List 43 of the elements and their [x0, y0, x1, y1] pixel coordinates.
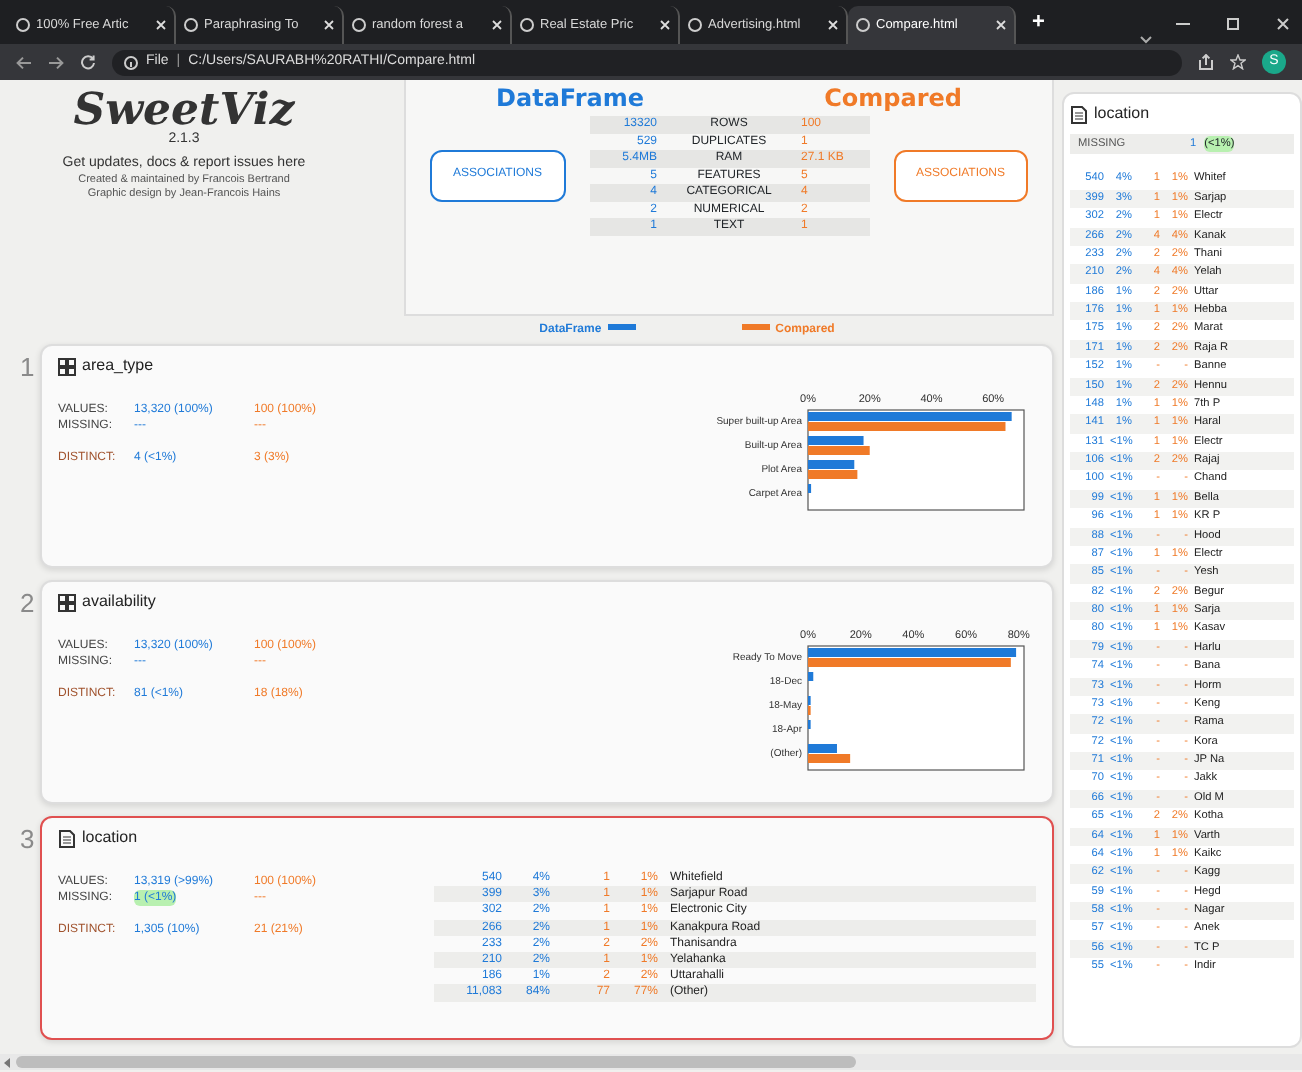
- info-icon: [124, 55, 138, 69]
- page-icon: [856, 18, 870, 32]
- chevron-icon[interactable]: [1140, 36, 1152, 44]
- maximize-icon[interactable]: [1226, 18, 1240, 30]
- detail-title: location: [1094, 102, 1150, 126]
- close-icon[interactable]: [492, 20, 502, 30]
- new-tab-button[interactable]: +: [1032, 5, 1045, 38]
- feature-name: availability: [82, 590, 156, 614]
- minimize-icon[interactable]: [1176, 18, 1190, 30]
- document-icon: [58, 829, 76, 847]
- grid-icon: [58, 593, 76, 611]
- page-icon: [184, 18, 198, 32]
- close-icon[interactable]: [996, 20, 1006, 30]
- reload-icon[interactable]: [80, 54, 96, 70]
- feature-card[interactable]: [40, 816, 1054, 1040]
- page-icon: [688, 18, 702, 32]
- page-icon: [352, 18, 366, 32]
- page-icon: [16, 18, 30, 32]
- page-icon: [520, 18, 534, 32]
- forward-icon[interactable]: [48, 55, 64, 69]
- feature-number: 3: [20, 822, 37, 858]
- back-icon[interactable]: [16, 55, 32, 69]
- star-icon[interactable]: [1230, 54, 1246, 70]
- feature-name: area_type: [82, 354, 154, 378]
- bar: [808, 672, 814, 681]
- close-icon[interactable]: [828, 20, 838, 30]
- scrollbar-thumb[interactable]: [16, 1056, 856, 1068]
- legend-swatch: [741, 324, 770, 331]
- close-icon[interactable]: [324, 20, 334, 30]
- close-icon[interactable]: [156, 20, 166, 30]
- feature-name: location: [82, 826, 138, 850]
- document-icon: [1070, 105, 1088, 123]
- close-icon[interactable]: [660, 20, 670, 30]
- share-icon[interactable]: [1198, 54, 1214, 70]
- dataframe-title: DataFrame: [496, 82, 645, 116]
- scroll-left-icon[interactable]: [4, 1057, 12, 1067]
- feature-number: 2: [20, 586, 37, 622]
- logo: SweetViz: [71, 88, 297, 132]
- grid-icon: [58, 357, 76, 375]
- feature-number: 1: [20, 350, 37, 386]
- close-icon[interactable]: [1276, 18, 1290, 30]
- legend-swatch: [607, 324, 636, 331]
- compared-title: Compared: [824, 82, 962, 116]
